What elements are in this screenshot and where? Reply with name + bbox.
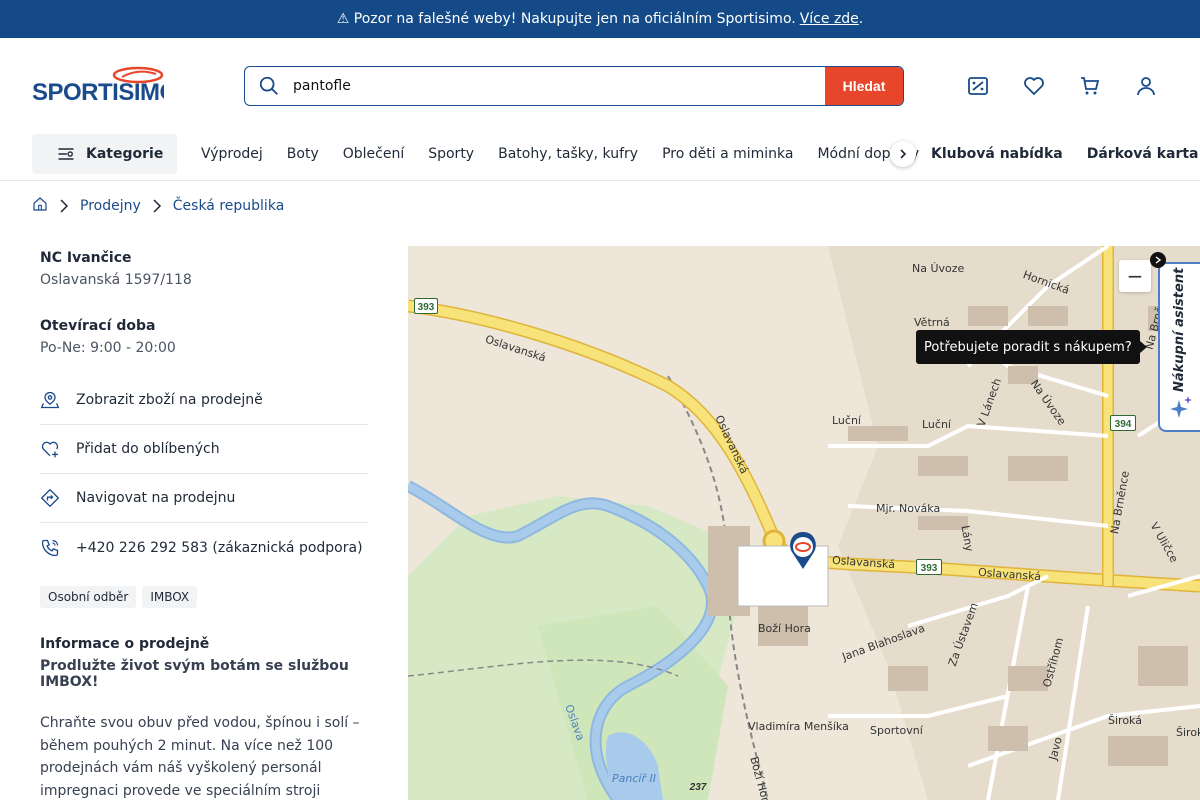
phone-icon xyxy=(40,538,76,558)
assistant-label: Nákupní asistent xyxy=(1172,267,1187,392)
store-address: Oslavanská 1597/118 xyxy=(40,272,192,288)
store-map[interactable]: 393 393 394 237 Na Úvoze Hornická Větrná… xyxy=(408,246,1200,800)
breadcrumb-item[interactable]: Česká republika xyxy=(173,198,285,214)
nav-item[interactable]: Pro děti a miminka xyxy=(662,146,793,162)
info-text: Chraňte svou obuv před vodou, špínou i s… xyxy=(40,715,360,799)
search-input[interactable] xyxy=(293,67,825,105)
logo-graphic: SPORTISIMO xyxy=(32,66,178,106)
heart-icon[interactable] xyxy=(1022,74,1046,98)
nav-item-club[interactable]: Klubová nabídka xyxy=(931,146,1063,162)
nav-item[interactable]: Boty xyxy=(287,146,319,162)
nav-item-gift-card[interactable]: Dárková karta xyxy=(1087,146,1199,162)
cart-icon[interactable] xyxy=(1078,74,1102,98)
nav-item[interactable]: Oblečení xyxy=(343,146,404,162)
menu-icon xyxy=(58,148,74,160)
show-products-action[interactable]: Zobrazit zboží na prodejně xyxy=(40,376,368,425)
road-badge: 394 xyxy=(1115,419,1132,430)
tag: IMBOX xyxy=(142,586,198,608)
nav-items: Výprodej Boty Oblečení Sporty Batohy, ta… xyxy=(201,133,943,175)
user-icon[interactable] xyxy=(1134,74,1158,98)
nav-scroll-right-icon[interactable] xyxy=(890,141,916,167)
add-favorite-action[interactable]: Přidat do oblíbených xyxy=(40,425,368,474)
road-badge: 393 xyxy=(921,563,938,574)
map-label: Větrná xyxy=(914,316,950,329)
breadcrumb-item[interactable]: Prodejny xyxy=(80,198,141,214)
zoom-out-button[interactable]: − xyxy=(1119,260,1151,292)
nav-item[interactable]: Batohy, tašky, kufry xyxy=(498,146,638,162)
info-headline: Prodlužte život svým botám se službou IM… xyxy=(40,658,349,690)
home-icon[interactable] xyxy=(32,196,48,216)
road-badge: 393 xyxy=(418,302,435,313)
nav-item[interactable]: Výprodej xyxy=(201,146,263,162)
map-label: Boží Hora xyxy=(758,622,811,635)
map-label: Široká xyxy=(1176,726,1200,739)
phone-action[interactable]: +420 226 292 583 (zákaznická podpora) xyxy=(40,523,368,572)
warning-banner: ⚠ Pozor na falešné weby! Nakupujte jen n… xyxy=(0,0,1200,38)
store-details: NC Ivančice Oslavanská 1597/118 Otevírac… xyxy=(40,246,368,800)
site-header: SPORTISIMO Hledat xyxy=(0,38,1200,133)
header-icons xyxy=(966,74,1158,98)
sparkle-icon xyxy=(1170,394,1194,424)
map-label: Široká xyxy=(1108,714,1142,727)
search-icon xyxy=(245,67,293,105)
action-label: +420 226 292 583 (zákaznická podpora) xyxy=(76,539,363,556)
map-label: Mjr. Nováka xyxy=(876,502,941,515)
tag: Osobní odběr xyxy=(40,586,137,608)
assistant-tooltip: Potřebujete poradit s nákupem? xyxy=(916,330,1147,364)
banner-link[interactable]: Více zde xyxy=(800,11,859,27)
main-nav: Kategorie Výprodej Boty Oblečení Sporty … xyxy=(0,133,1200,181)
map-label: Luční xyxy=(832,414,861,427)
hours-title: Otevírací doba xyxy=(40,318,156,334)
chevron-right-icon xyxy=(58,199,70,213)
action-label: Přidat do oblíbených xyxy=(76,441,220,457)
compare-icon[interactable] xyxy=(966,74,990,98)
chevron-right-icon xyxy=(151,199,163,213)
store-pin-icon xyxy=(40,390,76,410)
nav-featured: Klubová nabídka Dárková karta xyxy=(931,133,1200,175)
hours-value: Po-Ne: 9:00 - 20:00 xyxy=(40,340,176,356)
shopping-assistant-tab[interactable]: Nákupní asistent xyxy=(1158,262,1200,432)
action-label: Zobrazit zboží na prodejně xyxy=(76,392,263,408)
map-label: Sportovní xyxy=(870,724,923,737)
road-badge: 237 xyxy=(689,782,707,793)
info-title: Informace o prodejně xyxy=(40,636,210,652)
action-label: Navigovat na prodejnu xyxy=(76,490,236,506)
navigate-action[interactable]: Navigovat na prodejnu xyxy=(40,474,368,523)
map-label: Vladimíra Menšíka xyxy=(748,720,849,733)
banner-period: . xyxy=(858,11,864,27)
heart-plus-icon xyxy=(40,439,76,459)
map-label: Luční xyxy=(922,418,951,431)
map-label: Na Úvoze xyxy=(912,262,965,275)
store-name: NC Ivančice xyxy=(40,250,132,266)
map-label: Pancíř II xyxy=(612,772,656,785)
search-bar: Hledat xyxy=(244,66,904,106)
banner-text: ⚠ Pozor na falešné weby! Nakupujte jen n… xyxy=(336,11,796,27)
directions-icon xyxy=(40,488,76,508)
nav-item[interactable]: Sporty xyxy=(428,146,474,162)
breadcrumb: Prodejny Česká republika xyxy=(32,195,284,217)
close-icon[interactable] xyxy=(1150,252,1166,268)
categories-button[interactable]: Kategorie xyxy=(32,134,177,174)
categories-label: Kategorie xyxy=(86,146,164,162)
store-actions: Zobrazit zboží na prodejně Přidat do obl… xyxy=(40,376,368,572)
logo[interactable]: SPORTISIMO xyxy=(32,66,178,106)
service-tags: Osobní odběr IMBOX xyxy=(40,586,368,608)
logo-text: SPORTISIMO xyxy=(32,79,164,104)
search-button[interactable]: Hledat xyxy=(825,67,903,105)
